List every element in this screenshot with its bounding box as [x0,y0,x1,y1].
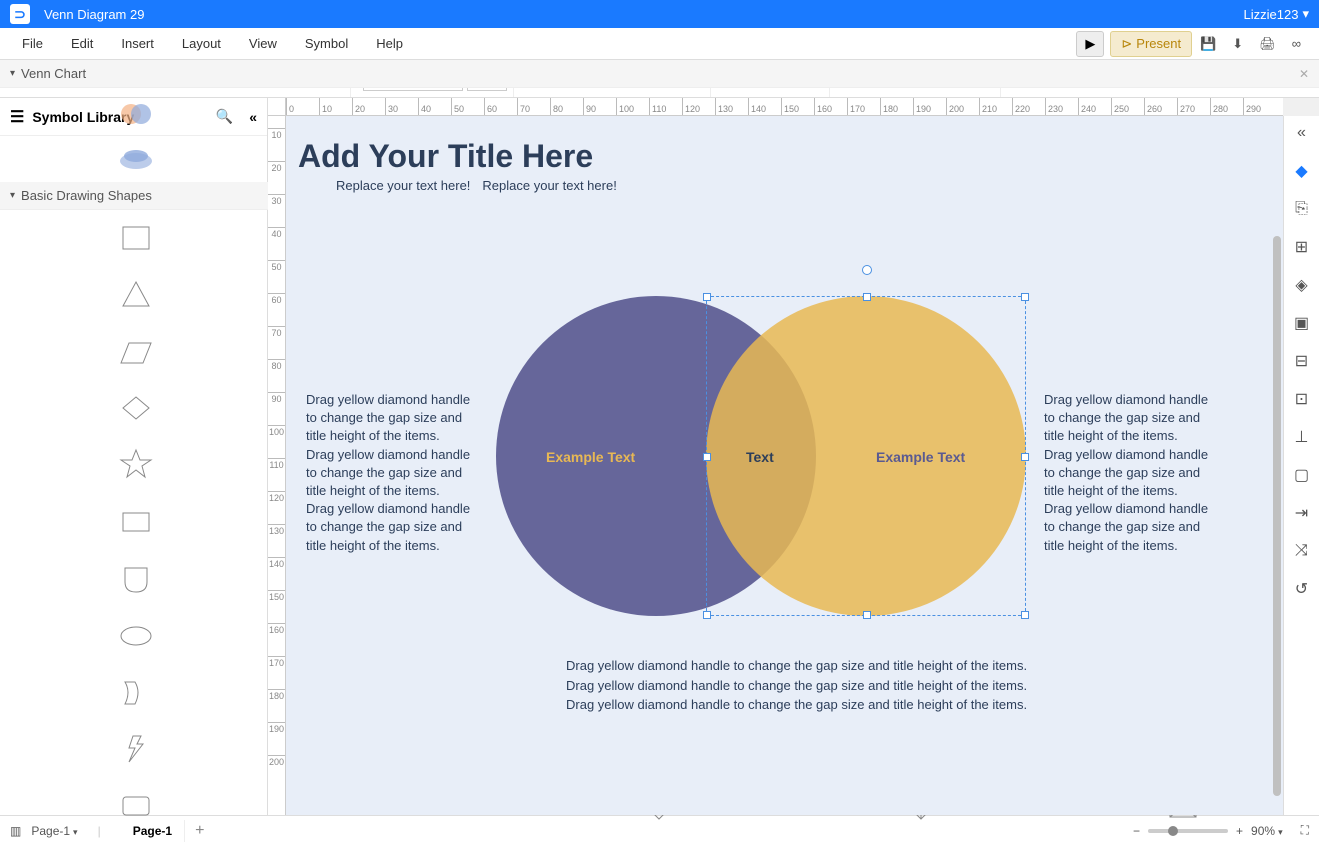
venn-left-label[interactable]: Example Text [546,449,635,465]
history-panel-icon[interactable]: ↺ [1291,578,1313,600]
venn-shapes-grid [0,98,268,182]
share-icon[interactable]: ∞ [1292,36,1301,51]
shape-item[interactable] [6,500,266,544]
chevron-down-icon: ▾ [10,190,15,201]
export-panel-icon[interactable]: ⎘ [1291,198,1313,220]
menu-bar: File Edit Insert Layout View Symbol Help… [0,28,1319,60]
right-description[interactable]: Drag yellow diamond handle to change the… [1044,391,1214,555]
shape-item[interactable] [6,727,266,771]
resize-handle[interactable] [1021,611,1029,619]
left-description[interactable]: Drag yellow diamond handle to change the… [306,391,476,555]
print-icon[interactable]: 🖨 [1259,36,1276,52]
resize-handle[interactable] [703,293,711,301]
subtitle-2: Replace your text here! [482,178,616,193]
shape-item[interactable] [6,614,266,658]
section-label: Basic Drawing Shapes [21,188,152,203]
page-title[interactable]: Add Your Title Here [298,138,593,175]
resize-handle[interactable] [1021,293,1029,301]
shape-item[interactable] [6,330,266,374]
shape-item[interactable] [6,671,266,715]
section-basic-shapes[interactable]: ▾ Basic Drawing Shapes ✕ [0,182,268,210]
apps-panel-icon[interactable]: ⊞ [1291,236,1313,258]
menu-insert[interactable]: Insert [107,36,168,51]
fill-panel-icon[interactable]: ◆ [1291,160,1313,182]
shape-item[interactable] [6,784,266,815]
slideshow-button[interactable]: ▶ [1076,31,1104,57]
comments-panel-icon[interactable]: ▣ [1291,312,1313,334]
collapse-panel-icon[interactable]: « [1291,122,1313,144]
clipboard-panel-icon[interactable]: ▢ [1291,464,1313,486]
shape-item[interactable] [6,443,266,487]
resize-handle[interactable] [1021,453,1029,461]
selection-box [706,296,1026,616]
present-label: Present [1136,36,1181,51]
title-bar: ⊃ Venn Diagram 29 Lizzie123 ▾ [0,0,1319,28]
rotate-handle[interactable] [862,265,872,275]
present-button[interactable]: ⊳ Present [1110,31,1192,57]
menu-edit[interactable]: Edit [57,36,107,51]
right-toolbar: « ◆ ⎘ ⊞ ◈ ▣ ⊟ ⊡ ⊥ ▢ ⇥ ⤨ ↺ [1283,116,1319,815]
vertical-scrollbar[interactable] [1273,236,1281,796]
resize-handle[interactable] [703,611,711,619]
chevron-down-icon: ▾ [1302,6,1309,22]
user-menu[interactable]: Lizzie123 ▾ [1244,6,1309,22]
save-icon[interactable]: 💾 [1200,36,1216,52]
shape-item[interactable] [6,386,266,430]
ruler-horizontal: 0102030405060708090100110120130140150160… [286,98,1283,116]
venn-shape[interactable] [8,138,264,174]
bottom-description[interactable]: Drag yellow diamond handle to change the… [566,656,1027,715]
shape-item[interactable] [6,216,266,260]
zoom-slider[interactable] [1148,829,1228,833]
resize-handle[interactable] [863,611,871,619]
menu-file[interactable]: File [8,36,57,51]
resize-handle[interactable] [863,293,871,301]
download-icon[interactable]: ⬇ [1232,36,1243,52]
page-canvas[interactable]: Add Your Title Here Replace your text he… [286,116,1283,815]
resize-handle[interactable] [703,453,711,461]
ruler-vertical: 1020304050607080901001101201301401501601… [268,116,286,815]
ruler-corner [268,98,286,116]
venn-shape[interactable] [8,98,264,132]
app-logo-icon: ⊃ [10,4,30,24]
symbol-library-panel: ☰ Symbol Library 🔍 « ▾ Venn Chart ✕ ▾ B [0,98,268,815]
spacing-panel-icon[interactable]: ⇥ [1291,502,1313,524]
canvas-area: 0102030405060708090100110120130140150160… [268,98,1319,815]
document-title: Venn Diagram 29 [44,7,144,22]
basic-shapes-grid [0,210,268,815]
tree-panel-icon[interactable]: ⊥ [1291,426,1313,448]
shuffle-panel-icon[interactable]: ⤨ [1291,540,1313,562]
data-panel-icon[interactable]: ⊟ [1291,350,1313,372]
menu-view[interactable]: View [235,36,291,51]
shape-item[interactable] [6,557,266,601]
layers-panel-icon[interactable]: ◈ [1291,274,1313,296]
image-panel-icon[interactable]: ⊡ [1291,388,1313,410]
subtitle-1: Replace your text here! [336,178,470,193]
page-subtitle[interactable]: Replace your text here! Replace your tex… [336,178,617,193]
menu-help[interactable]: Help [362,36,417,51]
user-name: Lizzie123 [1244,7,1299,22]
menu-symbol[interactable]: Symbol [291,36,362,51]
play-icon: ⊳ [1121,36,1132,52]
menu-layout[interactable]: Layout [168,36,235,51]
shape-item[interactable] [6,273,266,317]
